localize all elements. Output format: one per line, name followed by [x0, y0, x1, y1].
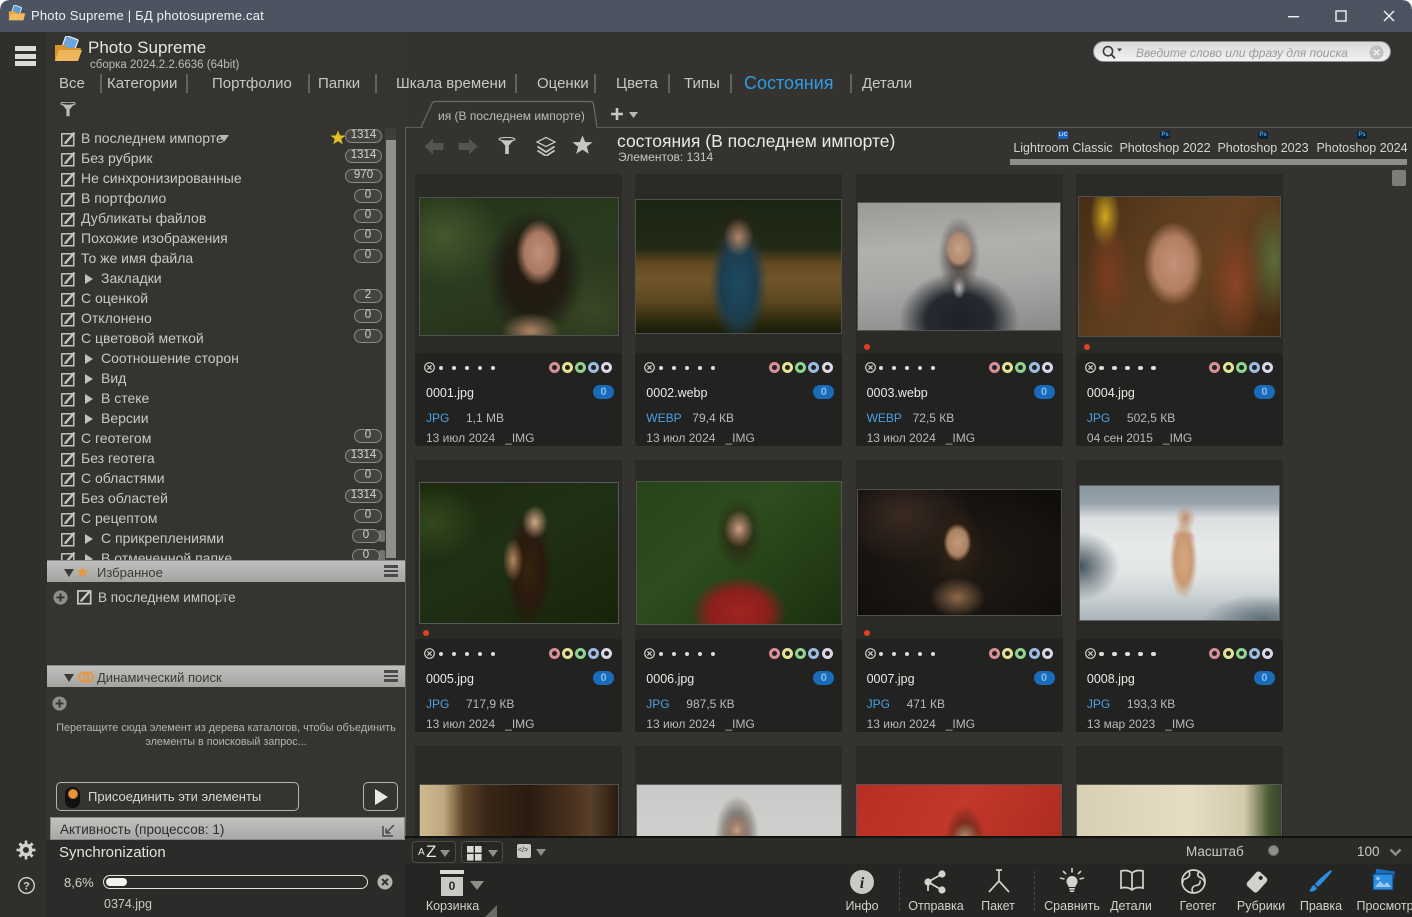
svg-text:?: ? [23, 881, 30, 893]
svg-text:i: i [860, 875, 865, 892]
